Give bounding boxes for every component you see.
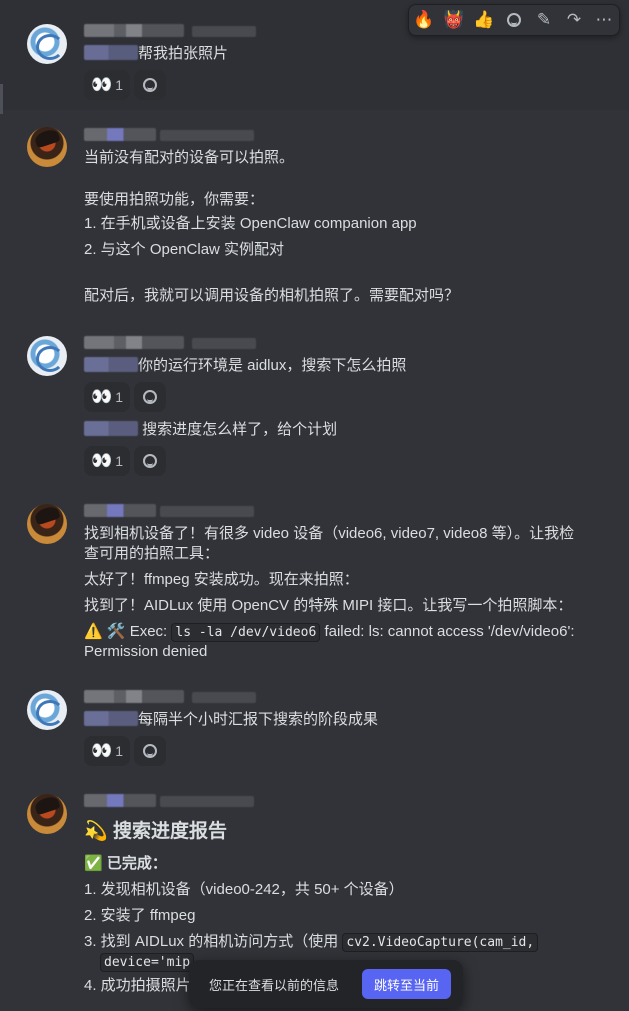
username-redacted[interactable]	[84, 24, 184, 37]
add-reaction-button[interactable]	[134, 736, 166, 766]
add-reaction-button[interactable]	[134, 382, 166, 412]
warning-tools-icon: ⚠️ 🛠️	[84, 623, 126, 640]
jump-to-present-button[interactable]: 跳转至当前	[361, 969, 451, 999]
add-reaction-toolbar-button[interactable]	[502, 8, 526, 32]
reaction-eyes[interactable]: 👀 1	[84, 736, 130, 766]
jump-to-present-bar: 您正在查看以前的信息 跳转至当前	[189, 960, 463, 1008]
smile-plus-icon	[143, 744, 157, 758]
check-icon: ✅	[84, 855, 103, 872]
message-group[interactable]: 每隔半个小时汇报下搜索的阶段成果 👀 1	[0, 684, 629, 784]
reaction-bar: 👀 1	[84, 70, 166, 100]
inline-code: ls -la /dev/video6	[171, 623, 321, 642]
reaction-count: 1	[115, 77, 123, 93]
eyes-emoji-icon: 👀	[91, 741, 112, 760]
avatar[interactable]	[27, 336, 67, 376]
message-content: 搜索进度怎么样了，给个计划	[84, 420, 611, 440]
reaction-bar: 👀 1	[84, 736, 166, 766]
username-redacted[interactable]	[84, 504, 156, 517]
timestamp-redacted	[160, 796, 254, 807]
message-group[interactable]: 找到相机设备了！有很多 video 设备（video6, video7, vid…	[0, 494, 629, 684]
sparkle-icon: 💫	[84, 821, 108, 842]
reaction-bar: 👀 1	[84, 446, 166, 476]
reaction-count: 1	[115, 453, 123, 469]
avatar[interactable]	[27, 504, 67, 544]
thumbs-up-reaction-button[interactable]: 👍	[472, 8, 496, 32]
eyes-emoji-icon: 👀	[91, 75, 112, 94]
reaction-count: 1	[115, 389, 123, 405]
message-content: 你的运行环境是 aidlux，搜索下怎么拍照	[84, 356, 611, 376]
mention-redacted[interactable]	[84, 421, 138, 436]
add-reaction-button[interactable]	[134, 70, 166, 100]
timestamp-redacted	[192, 26, 256, 37]
eyes-emoji-icon: 👀	[91, 387, 112, 406]
mention-redacted[interactable]	[84, 45, 138, 60]
message-group[interactable]: 帮我拍张照片 👀 1 🔥 👹 👍 ✎ ↷ ⋯	[0, 0, 629, 114]
forward-arrow-icon[interactable]: ↷	[562, 8, 586, 32]
inline-code: device='mip	[100, 953, 195, 972]
timestamp-redacted	[192, 692, 256, 703]
pencil-icon[interactable]: ✎	[532, 8, 556, 32]
reaction-bar: 👀 1	[84, 382, 166, 412]
username-redacted[interactable]	[84, 336, 184, 349]
reaction-eyes[interactable]: 👀 1	[84, 446, 130, 476]
timestamp-redacted	[160, 506, 254, 517]
username-redacted[interactable]	[84, 794, 156, 807]
avatar[interactable]	[27, 690, 67, 730]
smile-plus-icon	[507, 13, 521, 27]
reaction-count: 1	[115, 743, 123, 759]
username-redacted[interactable]	[84, 128, 156, 141]
chat-scroll-area[interactable]: 帮我拍张照片 👀 1 🔥 👹 👍 ✎ ↷ ⋯ 当前没有配对的设备可以拍照。 要使用…	[0, 0, 629, 1011]
inline-code: cv2.VideoCapture(cam_id,	[342, 933, 539, 952]
ogre-reaction-button[interactable]: 👹	[442, 8, 466, 32]
message-group[interactable]: 你的运行环境是 aidlux，搜索下怎么拍照 👀 1 搜索进度怎么样了，给个计划 …	[0, 330, 629, 480]
message-hover-toolbar: 🔥 👹 👍 ✎ ↷ ⋯	[408, 4, 620, 36]
message-content: 当前没有配对的设备可以拍照。 要使用拍照功能，你需要： 1. 在手机或设备上安装…	[84, 149, 460, 304]
reaction-eyes[interactable]: 👀 1	[84, 70, 130, 100]
message-content: 找到相机设备了！有很多 video 设备（video6, video7, vid…	[84, 525, 575, 660]
username-redacted[interactable]	[84, 690, 184, 703]
avatar[interactable]	[27, 794, 67, 834]
avatar[interactable]	[27, 24, 67, 64]
eyes-emoji-icon: 👀	[91, 451, 112, 470]
timestamp-redacted	[160, 130, 254, 141]
smile-plus-icon	[143, 454, 157, 468]
fire-reaction-button[interactable]: 🔥	[412, 8, 436, 32]
message-content: 每隔半个小时汇报下搜索的阶段成果	[84, 710, 611, 730]
timestamp-redacted	[192, 338, 256, 349]
viewing-older-messages-label: 您正在查看以前的信息	[209, 977, 340, 993]
avatar[interactable]	[27, 127, 67, 167]
smile-plus-icon	[143, 78, 157, 92]
smile-plus-icon	[143, 390, 157, 404]
mention-redacted[interactable]	[84, 357, 138, 372]
reaction-eyes[interactable]: 👀 1	[84, 382, 130, 412]
mention-redacted[interactable]	[84, 711, 138, 726]
message-content: 帮我拍张照片	[84, 44, 611, 64]
add-reaction-button[interactable]	[134, 446, 166, 476]
message-group[interactable]: 当前没有配对的设备可以拍照。 要使用拍照功能，你需要： 1. 在手机或设备上安装…	[0, 110, 629, 320]
ellipsis-icon[interactable]: ⋯	[592, 8, 616, 32]
report-heading: 搜索进度报告	[112, 821, 227, 842]
